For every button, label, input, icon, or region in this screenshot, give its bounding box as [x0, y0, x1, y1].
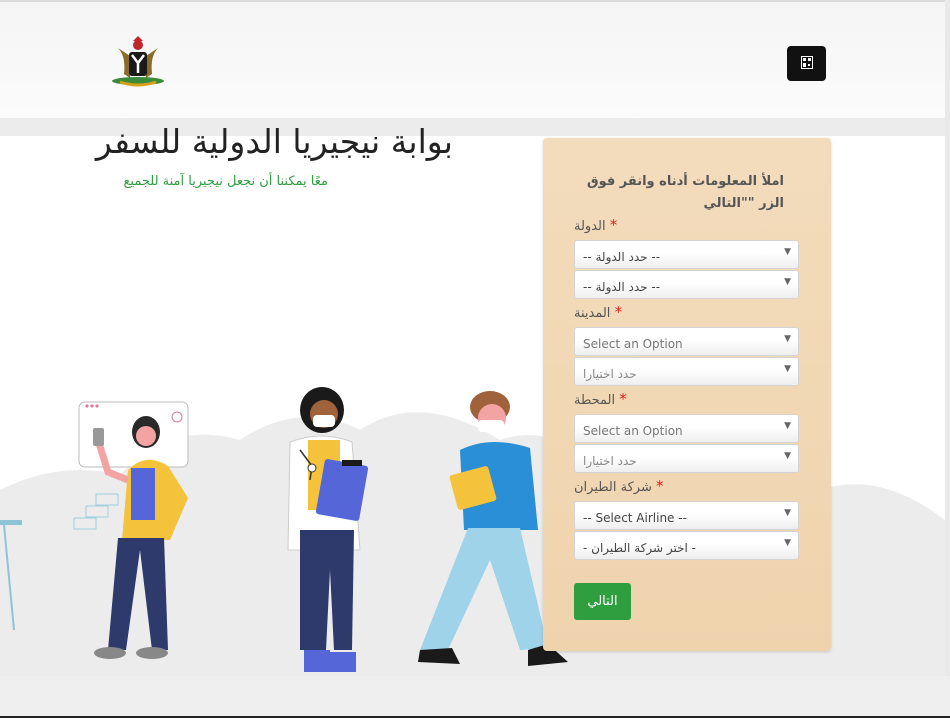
station-select-value: Select an Option — [583, 424, 683, 438]
station-label: * المحطة — [574, 390, 631, 408]
dropdown-arrow-icon: ▼ — [784, 508, 791, 518]
airline-label-text: شركة الطيران — [574, 480, 652, 495]
required-mark: * — [619, 390, 627, 408]
airline-select[interactable]: -- Select Airline -- ▼ — [574, 501, 799, 530]
station-label-text: المحطة — [574, 393, 616, 408]
country-select[interactable]: -- حدد الدولة -- ▼ — [574, 240, 799, 269]
coat-of-arms-logo[interactable] — [108, 36, 168, 88]
required-mark: * — [656, 477, 664, 495]
city-select-secondary-value: حدد اختيارا — [583, 367, 637, 381]
dropdown-arrow-icon: ▼ — [784, 421, 791, 431]
menu-button[interactable] — [787, 46, 826, 81]
country-select-secondary[interactable]: -- حدد الدولة -- ▼ — [574, 270, 799, 299]
dropdown-arrow-icon: ▼ — [784, 538, 791, 548]
dropdown-arrow-icon: ▼ — [784, 334, 791, 344]
country-select-value: -- حدد الدولة -- — [583, 250, 661, 264]
required-mark: * — [614, 303, 623, 321]
city-select-secondary[interactable]: حدد اختيارا ▼ — [574, 357, 799, 386]
dropdown-arrow-icon: ▼ — [784, 247, 791, 257]
dropdown-arrow-icon: ▼ — [784, 451, 791, 461]
page-subtitle: معًا يمكننا أن نجعل نيجيريا آمنة للجميع — [123, 174, 328, 189]
required-mark: * — [609, 216, 618, 234]
form-instructions: املأ المعلومات أدناه وانقر فوق الزر ""ال… — [586, 174, 784, 211]
station-select-secondary-value: حدد اختيارا — [583, 454, 637, 468]
country-label: * الدولة — [574, 216, 621, 234]
station-select-secondary[interactable]: حدد اختيارا ▼ — [574, 444, 799, 473]
city-label: * المدينة — [574, 303, 626, 321]
site-header — [0, 2, 945, 118]
city-select-value: Select an Option — [583, 337, 683, 351]
airline-select-value: -- Select Airline -- — [583, 511, 687, 525]
dropdown-arrow-icon: ▼ — [784, 364, 791, 374]
city-label-text: المدينة — [574, 306, 611, 321]
dropdown-arrow-icon: ▼ — [784, 277, 791, 287]
country-label-text: الدولة — [574, 219, 606, 234]
country-select-secondary-value: -- حدد الدولة -- — [583, 280, 661, 294]
city-select[interactable]: Select an Option ▼ — [574, 327, 799, 356]
page-title: بوابة نيجيريا الدولية للسفر — [95, 122, 453, 161]
travel-form-card: املأ المعلومات أدناه وانقر فوق الزر ""ال… — [543, 138, 831, 651]
station-select[interactable]: Select an Option ▼ — [574, 414, 799, 443]
airline-select-secondary-value: - اختر شركة الطيران - — [583, 541, 696, 555]
qr-menu-icon — [800, 54, 813, 73]
airline-select-secondary[interactable]: - اختر شركة الطيران - ▼ — [574, 531, 799, 560]
next-button[interactable]: التالي — [574, 583, 631, 620]
airline-label: * شركة الطيران — [574, 477, 668, 495]
footer-band — [0, 676, 950, 716]
